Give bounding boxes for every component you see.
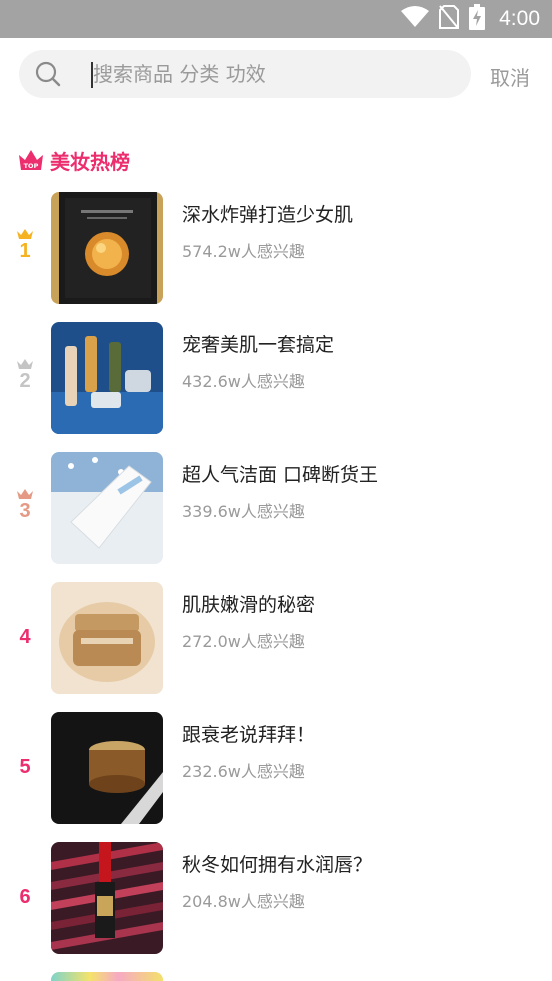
item-interest-count: 272.0w人感兴趣 bbox=[182, 632, 305, 651]
product-thumbnail[interactable] bbox=[51, 192, 163, 304]
rank-number: 4 bbox=[19, 626, 31, 648]
list-item[interactable]: 3 超人气洁面 口碑断货王 339.6w人感兴趣 bbox=[0, 452, 552, 564]
section-header: TOP 美妆热榜 bbox=[18, 146, 130, 174]
rank-number: 2 bbox=[19, 370, 31, 392]
cancel-button[interactable]: 取消 bbox=[490, 62, 530, 91]
search-box[interactable] bbox=[19, 50, 471, 98]
product-thumbnail-partial[interactable] bbox=[51, 972, 163, 981]
no-sim-icon bbox=[439, 5, 460, 33]
search-input[interactable] bbox=[93, 50, 453, 98]
product-thumbnail[interactable] bbox=[51, 842, 163, 954]
product-thumbnail[interactable] bbox=[51, 452, 163, 564]
search-icon bbox=[35, 61, 61, 87]
item-interest-count: 204.8w人感兴趣 bbox=[182, 892, 305, 911]
rank-badge: 2 bbox=[10, 358, 40, 392]
rank-badge: 5 bbox=[10, 756, 40, 778]
item-interest-count: 339.6w人感兴趣 bbox=[182, 502, 305, 521]
item-title: 秋冬如何拥有水润唇？ bbox=[182, 854, 373, 876]
item-interest-count: 232.6w人感兴趣 bbox=[182, 762, 305, 781]
bronze-crown-icon bbox=[17, 489, 33, 499]
item-interest-count: 574.2w人感兴趣 bbox=[182, 242, 305, 261]
item-title: 深水炸弹打造少女肌 bbox=[182, 204, 354, 226]
search-bar: 取消 bbox=[0, 38, 552, 112]
list-item[interactable]: 5 跟衰老说拜拜！ 232.6w人感兴趣 bbox=[0, 712, 552, 824]
item-title: 跟衰老说拜拜！ bbox=[182, 724, 316, 746]
wifi-icon bbox=[401, 6, 430, 32]
battery-charging-icon bbox=[469, 4, 486, 34]
status-time: 4:00 bbox=[499, 7, 540, 30]
rank-number: 5 bbox=[19, 756, 31, 778]
rank-badge: 1 bbox=[10, 228, 40, 262]
item-title: 超人气洁面 口碑断货王 bbox=[182, 464, 379, 486]
rank-badge: 3 bbox=[10, 488, 40, 522]
status-icons: 4:00 bbox=[401, 0, 540, 38]
rank-number: 6 bbox=[19, 886, 31, 908]
item-interest-count: 432.6w人感兴趣 bbox=[182, 372, 305, 391]
rank-number: 3 bbox=[19, 500, 31, 522]
rank-badge: 6 bbox=[10, 886, 40, 908]
section-title: 美妆热榜 bbox=[50, 149, 130, 174]
list-item[interactable]: 4 肌肤嫩滑的秘密 272.0w人感兴趣 bbox=[0, 582, 552, 694]
item-title: 肌肤嫩滑的秘密 bbox=[182, 594, 316, 616]
crown-top-icon: TOP bbox=[18, 148, 44, 172]
gold-crown-icon bbox=[17, 229, 33, 239]
product-thumbnail[interactable] bbox=[51, 322, 163, 434]
list-item[interactable]: 2 宠奢美肌一套搞定 432.6w人感兴趣 bbox=[0, 322, 552, 434]
list-item[interactable]: 1 深水炸弹打造少女肌 574.2w人感兴趣 bbox=[0, 192, 552, 304]
list-item[interactable]: 6 秋冬如何拥有水润唇？ 204.8w人感兴趣 bbox=[0, 842, 552, 954]
rank-number: 1 bbox=[19, 240, 31, 262]
rank-badge: 4 bbox=[10, 626, 40, 648]
status-bar: 4:00 bbox=[0, 0, 552, 38]
product-thumbnail[interactable] bbox=[51, 582, 163, 694]
item-title: 宠奢美肌一套搞定 bbox=[182, 334, 335, 356]
silver-crown-icon bbox=[17, 359, 33, 369]
crown-top-badge: TOP bbox=[24, 162, 39, 170]
product-thumbnail[interactable] bbox=[51, 712, 163, 824]
